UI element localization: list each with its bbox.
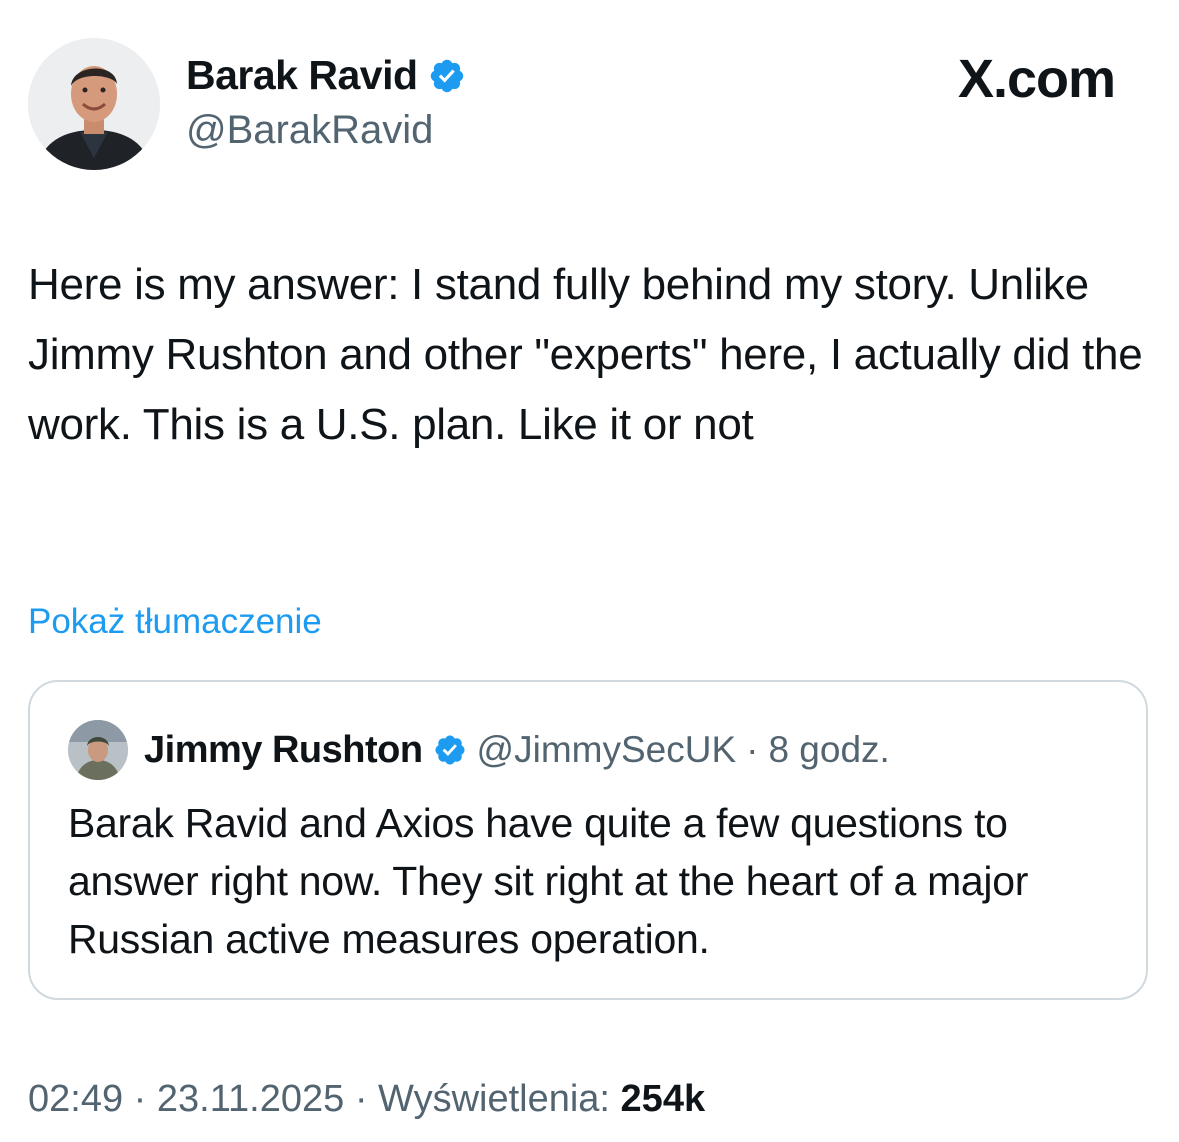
quoted-author-handle[interactable]: @JimmySecUK: [477, 729, 737, 771]
quoted-tweet-card[interactable]: Jimmy Rushton @JimmySecUK · 8 godz. Bara…: [28, 680, 1148, 1000]
tweet-time[interactable]: 02:49: [28, 1078, 123, 1120]
author-avatar-image: [28, 38, 160, 170]
views-count: 254k: [620, 1078, 706, 1120]
quoted-separator: ·: [746, 729, 759, 770]
meta-separator: ·: [354, 1078, 368, 1120]
quoted-tweet-header: Jimmy Rushton @JimmySecUK · 8 godz.: [68, 720, 890, 780]
views-label: Wyświetlenia:: [378, 1078, 610, 1120]
author-name[interactable]: Barak Ravid: [186, 52, 418, 99]
author-name-row: Barak Ravid: [186, 52, 466, 99]
author-avatar[interactable]: [28, 38, 160, 170]
show-translation-link[interactable]: Pokaż tłumaczenie: [28, 602, 322, 642]
quoted-author-name[interactable]: Jimmy Rushton: [144, 729, 423, 772]
quoted-author-avatar-image: [68, 720, 128, 780]
x-logo: X.com: [957, 49, 1116, 109]
meta-separator: ·: [133, 1078, 147, 1120]
tweet-meta: 02:49 · 23.11.2025 · Wyświetlenia: 254k: [28, 1078, 705, 1121]
tweet-text: Here is my answer: I stand fully behind …: [28, 260, 1143, 449]
quoted-tweet-text: Barak Ravid and Axios have quite a few q…: [68, 800, 1029, 962]
quoted-author-avatar[interactable]: [68, 720, 128, 780]
tweet-date[interactable]: 23.11.2025: [157, 1078, 344, 1120]
quoted-verified-badge-icon: [435, 735, 465, 765]
verified-badge-icon[interactable]: [428, 57, 466, 95]
quoted-timestamp[interactable]: 8 godz.: [768, 729, 889, 771]
author-handle[interactable]: @BarakRavid: [186, 108, 433, 153]
